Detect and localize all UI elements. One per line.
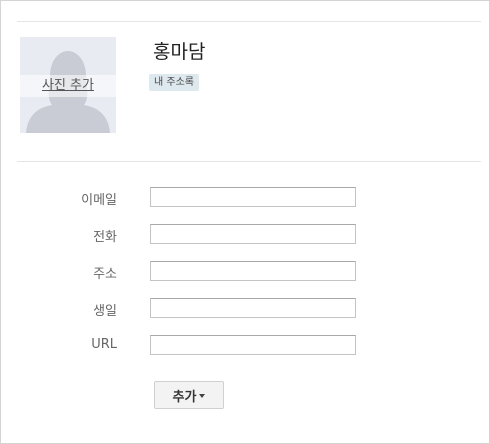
add-photo-link[interactable]: 사진 추가 (20, 75, 116, 97)
contact-photo[interactable]: 사진 추가 (20, 37, 116, 133)
top-divider (17, 21, 481, 22)
chevron-down-icon (199, 394, 206, 398)
email-row: 이메일 (1, 187, 490, 209)
address-field[interactable] (150, 261, 356, 281)
contact-group-badge[interactable]: 내 주소록 (149, 74, 199, 91)
address-label: 주소 (93, 267, 117, 282)
phone-row: 전화 (1, 224, 490, 246)
url-row: URL (1, 335, 490, 357)
contact-card: 사진 추가 홍마담 내 주소록 이메일 전화 주소 생일 URL 추가 (0, 0, 490, 444)
phone-field[interactable] (150, 224, 356, 244)
add-button-label: 추가 (172, 389, 197, 405)
url-field[interactable] (150, 335, 356, 355)
address-row: 주소 (1, 261, 490, 283)
phone-label: 전화 (93, 230, 117, 245)
birthday-field[interactable] (150, 298, 356, 318)
birthday-label: 생일 (93, 304, 117, 319)
email-field[interactable] (150, 187, 356, 207)
birthday-row: 생일 (1, 298, 490, 320)
add-field-button[interactable]: 추가 (154, 381, 224, 409)
email-label: 이메일 (81, 193, 117, 208)
section-divider (17, 161, 481, 162)
url-label: URL (91, 337, 117, 352)
contact-name: 홍마담 (153, 41, 206, 63)
